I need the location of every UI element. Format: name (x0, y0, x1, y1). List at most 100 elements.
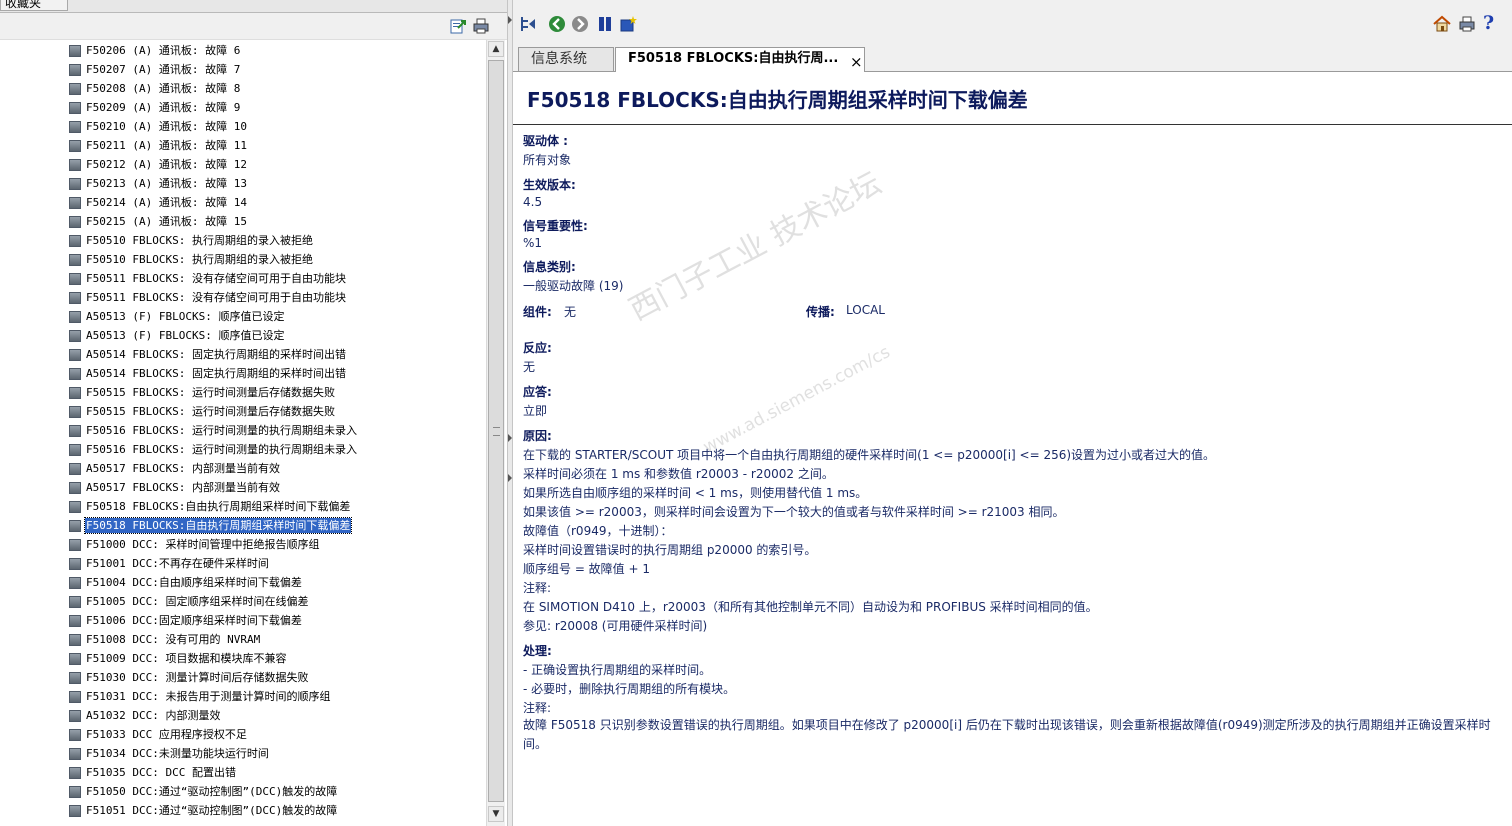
export-icon[interactable] (449, 17, 467, 35)
cause-line: 采样时间必须在 1 ms 和参数值 r20003 - r20002 之间。 (523, 467, 834, 481)
valid-version-label: 生效版本: (523, 178, 576, 192)
tree-item[interactable]: A50514 FBLOCKS: 固定执行周期组的采样时间出错 (69, 364, 347, 383)
splitter-arrow-icon[interactable] (508, 434, 512, 442)
message-node-icon (69, 253, 81, 266)
tree-item-label: F51050 DCC:通过“驱动控制图”(DCC)触发的故障 (86, 785, 338, 798)
tree-item[interactable]: A50514 FBLOCKS: 固定执行周期组的采样时间出错 (69, 345, 347, 364)
left-tab-bar: 收藏夹 (0, 0, 507, 13)
page-title: F50518 FBLOCKS:自由执行周期组采样时间下载偏差 (527, 88, 1028, 112)
close-icon[interactable]: × (850, 51, 863, 72)
tree-item[interactable]: A51032 DCC: 内部测量效 (69, 706, 221, 725)
back-icon[interactable] (548, 15, 566, 33)
message-node-icon (69, 633, 81, 646)
tree-scrollbar[interactable]: ▲ ▼ (486, 40, 505, 826)
message-node-icon (69, 576, 81, 589)
tab-information-system[interactable]: 信息系统 (518, 47, 614, 71)
message-node-icon (69, 747, 81, 760)
tree-item[interactable]: F50518 FBLOCKS:自由执行周期组采样时间下载偏差 (69, 516, 353, 535)
tree-item[interactable]: F50516 FBLOCKS: 运行时间测量的执行周期组未录入 (69, 440, 358, 459)
tree-item[interactable]: F51034 DCC:未测量功能块运行时间 (69, 744, 270, 763)
tree-item[interactable]: F51031 DCC: 未报告用于测量计算时间的顺序组 (69, 687, 331, 706)
message-node-icon (69, 348, 81, 361)
print-icon[interactable] (1458, 15, 1476, 33)
tree-sync-icon[interactable] (519, 15, 537, 33)
tree-item[interactable]: A50517 FBLOCKS: 内部测量当前有效 (69, 478, 281, 497)
splitter-arrow-icon[interactable] (508, 16, 512, 24)
tree-item[interactable]: F50511 FBLOCKS: 没有存储空间可用于自由功能块 (69, 288, 347, 307)
tree-item[interactable]: A50513 (F) FBLOCKS: 顺序值已设定 (69, 326, 285, 345)
cause-line: 故障值（r0949，十进制）： (523, 524, 673, 538)
message-node-icon (69, 519, 81, 532)
tab-label: F50518 FBLOCKS:自由执行周... (628, 51, 839, 66)
tree-item[interactable]: F50515 FBLOCKS: 运行时间测量后存储数据失败 (69, 402, 336, 421)
tree-item-label: F50515 FBLOCKS: 运行时间测量后存储数据失败 (86, 386, 335, 399)
tab-f50518[interactable]: F50518 FBLOCKS:自由执行周... × (615, 47, 865, 72)
tree-item-label: F51006 DCC:固定顺序组采样时间下载偏差 (86, 614, 302, 627)
tree-item[interactable]: F50515 FBLOCKS: 运行时间测量后存储数据失败 (69, 383, 336, 402)
tree-item[interactable]: F51050 DCC:通过“驱动控制图”(DCC)触发的故障 (69, 782, 338, 801)
tree-item[interactable]: F50206 (A) 通讯板: 故障 6 (69, 41, 241, 60)
tab-favorites[interactable]: 收藏夹 (0, 0, 68, 11)
cause-line: 如果所选自由顺序组的采样时间 < 1 ms，则使用替代值 1 ms。 (523, 486, 868, 500)
tree-item-label: F50214 (A) 通讯板: 故障 14 (86, 196, 247, 209)
tree-item-label: F50511 FBLOCKS: 没有存储空间可用于自由功能块 (86, 272, 346, 285)
tree-item[interactable]: F51009 DCC: 项目数据和模块库不兼容 (69, 649, 287, 668)
tree-item-label: F50510 FBLOCKS: 执行周期组的录入被拒绝 (86, 234, 313, 247)
tree-item-label: F51035 DCC: DCC 配置出错 (86, 766, 236, 779)
tree-item[interactable]: F50208 (A) 通讯板: 故障 8 (69, 79, 241, 98)
tree-item[interactable]: F51005 DCC: 固定顺序组采样时间在线偏差 (69, 592, 309, 611)
tree-item[interactable]: F50511 FBLOCKS: 没有存储空间可用于自由功能块 (69, 269, 347, 288)
tree-item[interactable]: F50207 (A) 通讯板: 故障 7 (69, 60, 241, 79)
remedy-line: - 正确设置执行周期组的采样时间。 (523, 663, 712, 677)
tree-item[interactable]: F50516 FBLOCKS: 运行时间测量的执行周期组未录入 (69, 421, 358, 440)
tree-item[interactable]: F51051 DCC:通过“驱动控制图”(DCC)触发的故障 (69, 801, 338, 820)
tree-item[interactable]: F51004 DCC:自由顺序组采样时间下载偏差 (69, 573, 303, 592)
tree-item[interactable]: F50213 (A) 通讯板: 故障 13 (69, 174, 248, 193)
tree-item[interactable]: F50209 (A) 通讯板: 故障 9 (69, 98, 241, 117)
tree-item[interactable]: F50510 FBLOCKS: 执行周期组的录入被拒绝 (69, 231, 314, 250)
message-node-icon (69, 652, 81, 665)
tree-item[interactable]: F51033 DCC 应用程序授权不足 (69, 725, 248, 744)
tree-item-label: F50518 FBLOCKS:自由执行周期组采样时间下载偏差 (83, 517, 353, 534)
home-icon[interactable] (1433, 15, 1451, 33)
tree-item-label: F50515 FBLOCKS: 运行时间测量后存储数据失败 (86, 405, 335, 418)
tree-item[interactable]: F50212 (A) 通讯板: 故障 12 (69, 155, 248, 174)
scrollbar-thumb[interactable] (488, 60, 504, 802)
remedy-line: - 必要时，删除执行周期组的所有模块。 (523, 682, 736, 696)
tree-item[interactable]: F50510 FBLOCKS: 执行周期组的录入被拒绝 (69, 250, 314, 269)
message-node-icon (69, 424, 81, 437)
tree-item-label: F51008 DCC: 没有可用的 NVRAM (86, 633, 261, 646)
drive-object-label: 驱动体 : (523, 134, 568, 148)
scroll-up-button[interactable]: ▲ (488, 41, 504, 57)
tree-item[interactable]: F50211 (A) 通讯板: 故障 11 (69, 136, 248, 155)
tree-item[interactable]: F50518 FBLOCKS:自由执行周期组采样时间下载偏差 (69, 497, 351, 516)
message-node-icon (69, 177, 81, 190)
message-node-icon (69, 272, 81, 285)
splitter-arrow-icon[interactable] (508, 474, 512, 482)
tree-item[interactable]: A50517 FBLOCKS: 内部测量当前有效 (69, 459, 281, 478)
tree-item[interactable]: F50215 (A) 通讯板: 故障 15 (69, 212, 248, 231)
tree-item[interactable]: F50214 (A) 通讯板: 故障 14 (69, 193, 248, 212)
acknowledge-label: 应答: (523, 385, 552, 399)
tree-item[interactable]: F51006 DCC:固定顺序组采样时间下载偏差 (69, 611, 303, 630)
component-label: 组件: (523, 305, 552, 319)
add-favorite-icon[interactable] (619, 15, 637, 33)
tree-item[interactable]: F51035 DCC: DCC 配置出错 (69, 763, 237, 782)
tree-item[interactable]: F51008 DCC: 没有可用的 NVRAM (69, 630, 261, 649)
scroll-down-button[interactable]: ▼ (488, 806, 504, 822)
forward-icon[interactable] (571, 15, 589, 33)
tree-item[interactable]: F51030 DCC: 测量计算时间后存储数据失败 (69, 668, 309, 687)
signal-importance-label: 信号重要性: (523, 219, 588, 233)
tree-item[interactable]: F51000 DCC: 采样时间管理中拒绝报告顺序组 (69, 535, 320, 554)
tree-item[interactable]: F50210 (A) 通讯板: 故障 10 (69, 117, 248, 136)
print-icon[interactable] (472, 17, 490, 35)
bookmark-icon[interactable] (596, 15, 614, 33)
message-node-icon (69, 766, 81, 779)
message-node-icon (69, 595, 81, 608)
tree-item[interactable]: F51001 DCC:不再存在硬件采样时间 (69, 554, 270, 573)
message-node-icon (69, 82, 81, 95)
see-also-link[interactable]: 参见: r20008 (可用硬件采样时间) (523, 617, 707, 634)
tree-item[interactable]: A50513 (F) FBLOCKS: 顺序值已设定 (69, 307, 285, 326)
message-tree[interactable]: F50206 (A) 通讯板: 故障 6 F50207 (A) 通讯板: 故障 7… (0, 40, 485, 826)
help-icon[interactable]: ? (1483, 12, 1501, 34)
